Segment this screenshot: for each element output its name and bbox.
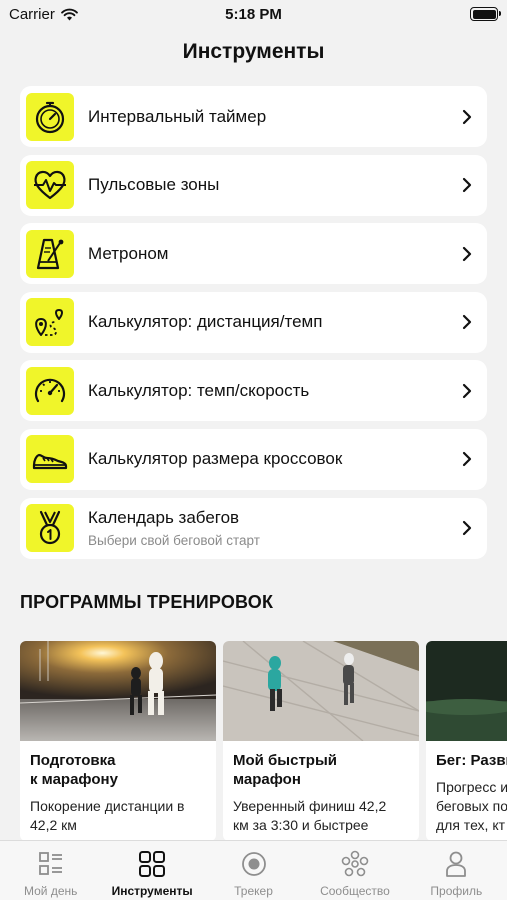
tab-label: Мой день — [24, 884, 78, 898]
medal-icon — [26, 504, 74, 553]
tab-tracker[interactable]: Трекер — [203, 841, 304, 900]
page-title: Инструменты — [182, 40, 325, 63]
tool-label: Калькулятор: темп/скорость — [88, 380, 310, 400]
grid-icon — [139, 851, 166, 877]
chevron-right-icon — [462, 383, 472, 398]
chevron-right-icon — [462, 177, 472, 193]
tool-heart-rate-zones[interactable]: Пульсовые зоны — [20, 154, 487, 216]
sneaker-icon — [26, 435, 74, 484]
program-description: Покорение дистанции в 42,2 км — [30, 798, 185, 833]
tool-subtitle: Выбери свой беговой старт — [88, 533, 260, 549]
program-title: Мой быстрый марафон — [233, 752, 338, 788]
tab-label: Инструменты — [111, 884, 193, 898]
tool-label: Метроном — [88, 243, 169, 263]
stopwatch-icon — [26, 92, 74, 141]
tools-list: Интервальный таймер Пульсовые зоны Метро… — [20, 86, 487, 566]
program-description: Уверенный финиш 42,2 км за 3:30 и быстре… — [233, 798, 387, 833]
tool-metronome[interactable]: Метроном — [20, 223, 487, 285]
chevron-right-icon — [462, 520, 472, 536]
tool-pace-speed-calculator[interactable]: Калькулятор: темп/скорость — [20, 360, 487, 422]
metronome-icon — [26, 229, 74, 278]
tool-label: Пульсовые зоны — [88, 175, 220, 195]
record-icon — [241, 852, 266, 876]
program-title: Подготовка к марафону — [30, 752, 118, 788]
tool-race-calendar[interactable]: Календарь забегов Выбери свой беговой ст… — [20, 497, 487, 559]
tab-community[interactable]: Сообщество — [304, 841, 405, 900]
tab-tools[interactable]: Инструменты — [101, 841, 202, 900]
profile-icon — [446, 851, 467, 877]
chevron-right-icon — [462, 315, 472, 330]
route-pin-icon — [26, 298, 74, 347]
program-card-running-development[interactable]: Бег: Разви Прогресс и беговых по для тех… — [426, 641, 507, 841]
tab-profile[interactable]: Профиль — [406, 841, 507, 900]
tool-label: Калькулятор: дистанция/темп — [88, 312, 323, 332]
tool-label: Календарь забегов — [88, 508, 240, 528]
tool-distance-pace-calculator[interactable]: Калькулятор: дистанция/темп — [20, 291, 487, 353]
program-image — [20, 641, 216, 741]
programs-section-title: ПРОГРАММЫ ТРЕНИРОВОК — [20, 592, 274, 612]
tab-label: Профиль — [430, 884, 483, 898]
program-image — [426, 641, 507, 741]
tool-label: Интервальный таймер — [88, 106, 267, 126]
tab-label: Трекер — [234, 884, 273, 898]
my-day-icon — [38, 852, 62, 875]
program-title: Бег: Разви — [436, 752, 507, 769]
program-card-marathon-prep[interactable]: Подготовка к марафону Покорение дистанци… — [20, 641, 216, 841]
program-description: Прогресс и беговых по для тех, кт — [436, 779, 507, 833]
battery-icon — [470, 7, 501, 21]
chevron-right-icon — [462, 109, 472, 124]
tab-bar: Мой день Инструменты Трекер Сообщество П… — [0, 840, 507, 900]
program-card-fast-marathon[interactable]: Мой быстрый марафон Уверенный финиш 42,2… — [223, 641, 419, 841]
chevron-right-icon — [462, 452, 472, 467]
speedometer-icon — [26, 366, 74, 415]
program-image — [223, 641, 419, 741]
community-icon — [341, 850, 369, 877]
tool-label: Калькулятор размера кроссовок — [88, 449, 343, 469]
programs-carousel[interactable]: Подготовка к марафону Покорение дистанци… — [20, 641, 507, 841]
heart-pulse-icon — [26, 161, 74, 210]
chevron-right-icon — [462, 246, 472, 261]
clock: 5:18 PM — [225, 6, 282, 23]
tool-sneaker-size-calculator[interactable]: Калькулятор размера кроссовок — [20, 428, 487, 490]
tab-label: Сообщество — [320, 884, 390, 898]
status-bar: Carrier 5:18 PM — [0, 0, 507, 30]
tool-interval-timer[interactable]: Интервальный таймер — [20, 86, 487, 147]
tab-my-day[interactable]: Мой день — [0, 841, 101, 900]
